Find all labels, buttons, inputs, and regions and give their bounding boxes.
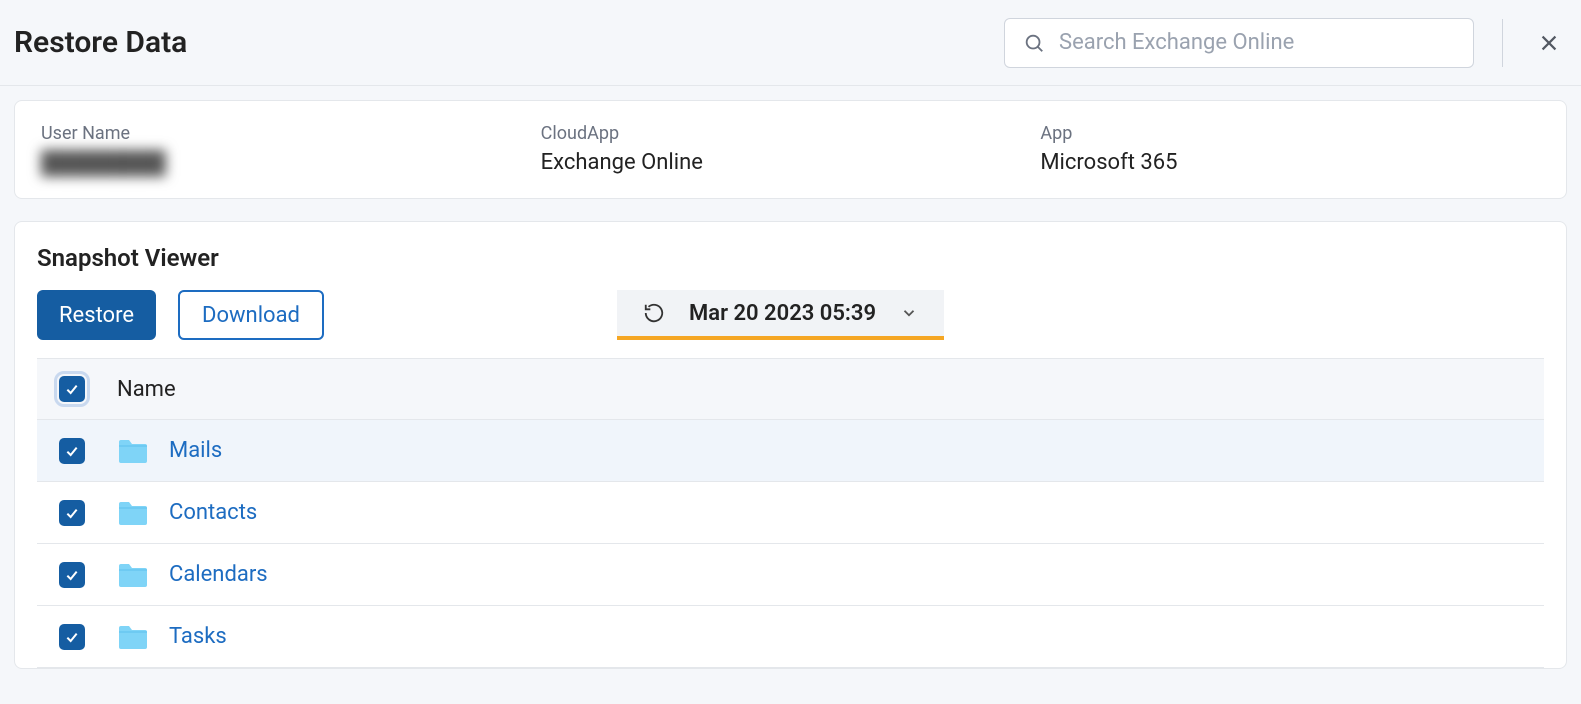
check-icon <box>64 567 80 583</box>
table-row[interactable]: Mails <box>37 420 1544 482</box>
search-input[interactable] <box>1059 30 1455 55</box>
table-header: Name <box>37 358 1544 420</box>
info-value-app: Microsoft 365 <box>1040 150 1540 175</box>
chevron-down-icon <box>900 304 918 322</box>
download-button[interactable]: Download <box>178 290 324 340</box>
snapshot-toolbar: Restore Download Mar 20 2023 05:39 <box>37 290 1544 340</box>
row-name[interactable]: Contacts <box>169 500 257 525</box>
folder-icon <box>117 559 157 591</box>
snapshot-table: Name Mails Contacts Calendars Tasks <box>37 358 1544 668</box>
page-title: Restore Data <box>14 25 187 60</box>
content: User Name ████████ CloudApp Exchange Onl… <box>0 86 1581 683</box>
folder-icon <box>117 435 157 467</box>
check-icon <box>64 443 80 459</box>
info-col-app: App Microsoft 365 <box>1040 123 1540 176</box>
folder-icon <box>117 621 157 653</box>
divider <box>1502 19 1503 67</box>
info-value-user: ████████ <box>41 150 166 176</box>
snapshot-date-picker[interactable]: Mar 20 2023 05:39 <box>617 290 944 340</box>
topbar-right <box>1004 18 1567 68</box>
check-icon <box>64 505 80 521</box>
table-row[interactable]: Tasks <box>37 606 1544 668</box>
info-value-cloudapp: Exchange Online <box>541 150 1041 175</box>
row-name[interactable]: Tasks <box>169 624 227 649</box>
check-icon <box>64 629 80 645</box>
close-button[interactable] <box>1531 25 1567 61</box>
row-checkbox[interactable] <box>59 562 85 588</box>
row-name[interactable]: Mails <box>169 438 222 463</box>
snapshot-card: Snapshot Viewer Restore Download Mar 20 … <box>14 221 1567 669</box>
info-col-user: User Name ████████ <box>41 123 541 176</box>
info-label-user: User Name <box>41 123 541 144</box>
folder-icon <box>117 497 157 529</box>
row-checkbox[interactable] <box>59 624 85 650</box>
info-label-app: App <box>1040 123 1540 144</box>
check-icon <box>64 381 80 397</box>
row-name[interactable]: Calendars <box>169 562 268 587</box>
snapshot-title: Snapshot Viewer <box>37 244 1544 272</box>
restore-button[interactable]: Restore <box>37 290 156 340</box>
table-row[interactable]: Calendars <box>37 544 1544 606</box>
top-bar: Restore Data <box>0 0 1581 86</box>
row-checkbox[interactable] <box>59 438 85 464</box>
info-card: User Name ████████ CloudApp Exchange Onl… <box>14 100 1567 199</box>
select-all-checkbox[interactable] <box>59 376 85 402</box>
column-header-name: Name <box>117 377 176 402</box>
info-col-cloudapp: CloudApp Exchange Online <box>541 123 1041 176</box>
snapshot-date-text: Mar 20 2023 05:39 <box>689 301 876 326</box>
search-icon <box>1023 32 1045 54</box>
refresh-icon <box>643 302 665 324</box>
table-row[interactable]: Contacts <box>37 482 1544 544</box>
search-input-wrap[interactable] <box>1004 18 1474 68</box>
row-checkbox[interactable] <box>59 500 85 526</box>
info-label-cloudapp: CloudApp <box>541 123 1041 144</box>
close-icon <box>1538 32 1560 54</box>
